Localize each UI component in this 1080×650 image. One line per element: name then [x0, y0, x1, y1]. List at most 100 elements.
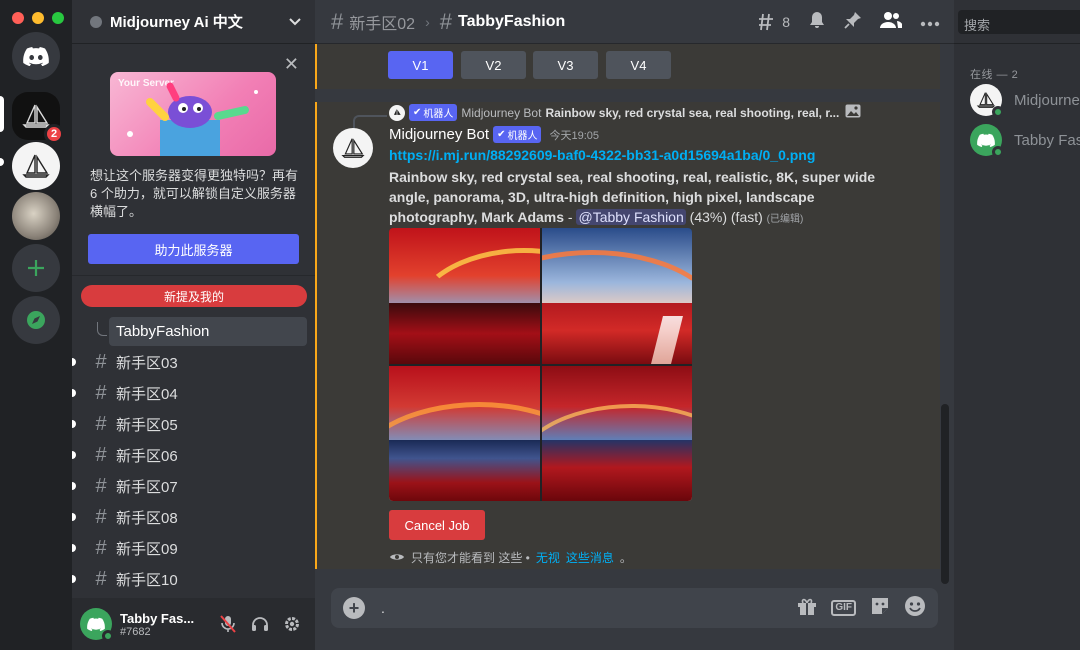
channel-item[interactable]: # 新手区10 [72, 565, 315, 593]
close-icon[interactable]: ✕ [284, 54, 299, 75]
thread-item-tabbyfashion[interactable]: TabbyFashion [109, 317, 307, 346]
channel-item[interactable]: # 新手区06 [72, 441, 315, 469]
username: Tabby Fas... [120, 610, 195, 626]
message-list[interactable]: V1 V2 V3 V4 ✔ 机器人 Midjourney Bot Rainbow … [315, 44, 954, 569]
new-mentions-pill[interactable]: 新提及我的 [81, 285, 307, 307]
add-server-icon[interactable] [12, 244, 60, 292]
image-tile [541, 365, 692, 501]
bell-icon[interactable] [808, 11, 826, 32]
image-tile [389, 228, 540, 364]
user-panel: Tabby Fas... #7682 [72, 598, 315, 650]
check-icon: ✔ [497, 129, 506, 140]
bot-tag-label: 机器人 [507, 131, 538, 142]
dismiss-link[interactable]: 无视 [536, 549, 560, 566]
member-item[interactable]: Tabby Fashion [970, 124, 1080, 158]
close-window-button[interactable] [12, 12, 24, 24]
emoji-icon[interactable] [904, 595, 926, 622]
member-item[interactable]: Midjourney Bot [970, 84, 1080, 118]
threads-count: 8 [782, 13, 790, 30]
channel-item[interactable]: # 新手区03 [72, 348, 315, 376]
hash-channel-icon: # [95, 536, 107, 559]
add-attachment-icon[interactable]: + [343, 597, 365, 619]
channel-item[interactable]: # 新手区04 [72, 379, 315, 407]
channel-label: 新手区03 [116, 354, 178, 372]
reply-preview[interactable]: ✔ 机器人 Midjourney Bot Rainbow sky, red cry… [389, 104, 861, 121]
gift-icon[interactable] [797, 597, 817, 620]
channel-sidebar: Midjourney Ai 中文 ✕ Your Server 想让这个服务器变得… [72, 0, 315, 650]
image-tile [541, 228, 692, 364]
eye-icon [389, 551, 405, 565]
composer-tools: GIF [797, 595, 926, 622]
user-mention[interactable]: @Tabby Fashion [576, 209, 686, 225]
threads-channel-icon: # [95, 412, 107, 435]
avatar[interactable] [80, 608, 114, 642]
member-list: 搜索 在线 — 2 Midjourney Bot Tabby Fashion [954, 0, 1080, 650]
image-icon [845, 104, 861, 121]
midjourney-server-icon[interactable]: 2 [12, 92, 64, 144]
server-header[interactable]: Midjourney Ai 中文 [72, 0, 315, 44]
avatar[interactable] [333, 128, 373, 168]
user-tag: #7682 [120, 625, 151, 638]
midjourney-server-icon[interactable] [12, 142, 60, 190]
midjourney-avatar-icon [389, 104, 405, 121]
sticker-icon[interactable] [870, 596, 890, 621]
v2-button[interactable]: V2 [461, 51, 526, 79]
unread-indicator [72, 358, 76, 366]
search-input[interactable]: 搜索 [958, 10, 1080, 34]
breadcrumb-parent[interactable]: 新手区02 [349, 10, 415, 34]
cancel-job-button[interactable]: Cancel Job [389, 510, 485, 540]
image-link[interactable]: https://i.mj.run/88292609-baf0-4322-bb31… [389, 147, 815, 163]
cat-server-icon[interactable] [12, 192, 60, 240]
scrollbar[interactable] [941, 404, 949, 584]
threads-button[interactable]: 8 [758, 13, 790, 31]
channel-label: 新手区07 [116, 478, 178, 496]
reply-text: Rainbow sky, red crystal sea, real shoot… [545, 105, 840, 120]
discord-home-icon[interactable] [12, 32, 60, 80]
threads-icon [759, 13, 774, 30]
ephemeral-end: 。 [619, 551, 632, 565]
member-list-icon[interactable] [880, 11, 903, 32]
chevron-right-icon: › [425, 13, 430, 30]
v1-button[interactable]: V1 [388, 51, 453, 79]
gif-icon[interactable]: GIF [831, 600, 856, 616]
thread-connector [97, 322, 107, 336]
bot-tag: ✔ 机器人 [409, 104, 458, 121]
these-messages-link[interactable]: 这些消息 [566, 549, 614, 566]
channel-item[interactable]: # 新手区09 [72, 534, 315, 562]
pin-icon[interactable] [844, 11, 862, 32]
channel-item[interactable]: # 新手区07 [72, 472, 315, 500]
headphones-icon[interactable] [251, 615, 269, 633]
unread-indicator [72, 575, 76, 583]
prompt-text: Rainbow sky, red crystal sea, real shoot… [389, 167, 879, 230]
prompt-separator: - [564, 209, 577, 225]
message-input[interactable]: . [381, 600, 797, 616]
generated-image-grid[interactable] [389, 228, 692, 501]
v3-button[interactable]: V3 [533, 51, 598, 79]
online-header: 在线 — 2 [970, 69, 1019, 81]
hash-channel-icon: # [95, 567, 107, 590]
server-rail: 2 [0, 0, 72, 650]
bot-tag-label: 机器人 [423, 109, 454, 120]
boost-server-button[interactable]: 助力此服务器 [88, 234, 299, 264]
muted-mic-icon[interactable] [219, 615, 237, 633]
online-status-icon [102, 630, 114, 642]
maximize-window-button[interactable] [52, 12, 64, 24]
channel-item[interactable]: # 新手区05 [72, 410, 315, 438]
bot-message: ✔ 机器人 Midjourney Bot Rainbow sky, red cry… [315, 102, 940, 569]
avatar [970, 124, 1004, 158]
header-toolbar: 8 [758, 11, 940, 32]
image-tile [389, 365, 540, 501]
variation-buttons-row: V1 V2 V3 V4 [315, 44, 940, 89]
gear-icon[interactable] [283, 615, 301, 633]
minimize-window-button[interactable] [32, 12, 44, 24]
user-info[interactable]: Tabby Fas... #7682 [120, 611, 194, 638]
chevron-down-icon[interactable] [289, 15, 301, 29]
explore-icon[interactable] [12, 296, 60, 344]
boost-illustration: Your Server [110, 72, 276, 156]
v4-button[interactable]: V4 [606, 51, 671, 79]
channel-label: 新手区09 [116, 540, 178, 558]
online-status-icon [992, 106, 1004, 118]
more-options-icon[interactable] [920, 14, 940, 30]
channel-item[interactable]: # 新手区08 [72, 503, 315, 531]
author-name[interactable]: Midjourney Bot [389, 126, 489, 143]
